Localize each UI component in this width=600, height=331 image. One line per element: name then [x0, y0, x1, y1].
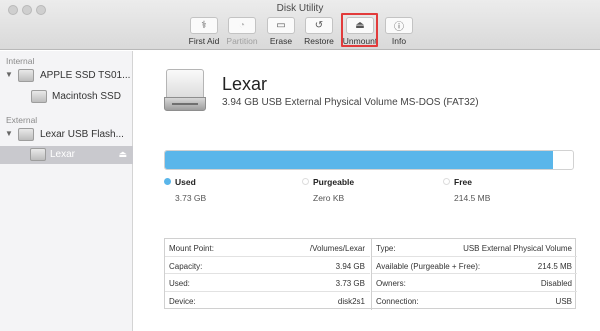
restore-icon: ↺ [314, 20, 324, 31]
sidebar-item-label: Lexar USB Flash... [40, 129, 124, 140]
disclosure-triangle-icon[interactable]: ▼ [5, 129, 13, 138]
info-icon: ⓘ [394, 22, 404, 33]
info-label: Info [391, 36, 407, 46]
sidebar-item-apple-ssd[interactable]: ▼ APPLE SSD TS01... [0, 67, 133, 85]
info-key: Device: [169, 296, 196, 306]
erase-label: Erase [269, 36, 293, 46]
eject-icon[interactable]: ⏏ [118, 149, 127, 160]
disclosure-triangle-icon[interactable]: ▼ [5, 70, 13, 79]
info-left-column: Mount Point: /Volumes/Lexar Capacity: 3.… [165, 239, 371, 310]
info-value: 214.5 MB [537, 261, 572, 271]
partition-label: Partition [226, 36, 258, 46]
volume-name: Lexar [222, 74, 268, 94]
sidebar-section-external: External [6, 115, 38, 125]
info-row-owners: Owners: Disabled [372, 274, 577, 292]
volume-description: 3.94 GB USB External Physical Volume MS-… [222, 97, 479, 108]
info-row-used: Used: 3.73 GB [165, 274, 370, 292]
unmount-highlight-box [341, 13, 378, 47]
info-row-available: Available (Purgeable + Free): 214.5 MB [372, 257, 577, 274]
volume-info-table: Mount Point: /Volumes/Lexar Capacity: 3.… [164, 238, 577, 310]
first-aid-button[interactable]: ⚕ First Aid [185, 17, 223, 46]
erase-button[interactable]: ▭ Erase [262, 17, 300, 46]
info-value: USB External Physical Volume [463, 244, 572, 253]
info-value: disk2s1 [337, 296, 365, 306]
info-value: Disabled [540, 279, 572, 288]
info-row-connection: Connection: USB [372, 292, 577, 310]
sidebar-item-lexar[interactable]: Lexar ⏏ [0, 146, 133, 164]
sidebar-item-label: Lexar [50, 149, 76, 160]
info-key: Type: [376, 244, 396, 253]
window-titlebar: Disk Utility ⚕ First Aid ◔ Partition ▭ E… [0, 0, 600, 50]
legend-used-value: 3.73 GB [175, 193, 207, 203]
info-row-type: Type: USB External Physical Volume [372, 239, 577, 257]
info-value: 3.94 GB [335, 261, 365, 271]
sidebar-section-internal: Internal [6, 56, 35, 66]
usage-bar [164, 150, 574, 170]
info-row-mount-point: Mount Point: /Volumes/Lexar [165, 239, 370, 257]
volume-icon [30, 148, 46, 161]
info-value: 3.73 GB [335, 279, 365, 288]
internal-drive-icon [18, 69, 34, 82]
restore-button[interactable]: ↺ Restore [300, 17, 338, 46]
main-panel: Lexar 3.94 GB USB External Physical Volu… [134, 51, 600, 331]
info-key: Capacity: [169, 261, 203, 271]
external-drive-icon [18, 128, 34, 141]
sidebar-item-label: Macintosh SSD [52, 91, 121, 102]
legend-used-swatch [164, 178, 171, 185]
info-key: Available (Purgeable + Free): [376, 261, 481, 271]
sidebar-item-macintosh-ssd[interactable]: Macintosh SSD [0, 88, 133, 106]
usage-bar-used-fill [165, 151, 553, 169]
legend-purgeable-label: Purgeable [313, 177, 355, 187]
restore-label: Restore [304, 36, 334, 46]
first-aid-label: First Aid [188, 36, 220, 46]
info-value: USB [555, 296, 572, 306]
info-value: /Volumes/Lexar [309, 244, 365, 253]
sidebar: Internal ▼ APPLE SSD TS01... Macintosh S… [0, 51, 133, 331]
sidebar-item-label: APPLE SSD TS01... [40, 70, 131, 81]
window-title: Disk Utility [276, 3, 324, 14]
external-drive-icon [164, 69, 208, 113]
legend-purgeable-value: Zero KB [313, 193, 345, 203]
legend-free-swatch [443, 178, 450, 185]
info-right-column: Type: USB External Physical Volume Avail… [371, 239, 577, 310]
info-key: Connection: [376, 296, 419, 306]
legend-purgeable-swatch [302, 178, 309, 185]
info-row-device: Device: disk2s1 [165, 292, 370, 310]
erase-icon: ▭ [276, 20, 286, 31]
info-key: Owners: [376, 279, 406, 288]
legend-free-label: Free [454, 177, 472, 187]
partition-icon: ◔ [238, 20, 246, 31]
sidebar-item-lexar-usb-flash[interactable]: ▼ Lexar USB Flash... [0, 126, 133, 144]
stethoscope-icon: ⚕ [201, 20, 207, 31]
info-button[interactable]: ⓘ Info [380, 17, 418, 46]
info-row-capacity: Capacity: 3.94 GB [165, 257, 370, 274]
partition-button[interactable]: ◔ Partition [223, 17, 261, 46]
legend-used-label: Used [175, 177, 196, 187]
info-key: Mount Point: [169, 244, 214, 253]
info-key: Used: [169, 279, 190, 288]
legend-free-value: 214.5 MB [454, 193, 491, 203]
volume-icon [31, 90, 47, 103]
